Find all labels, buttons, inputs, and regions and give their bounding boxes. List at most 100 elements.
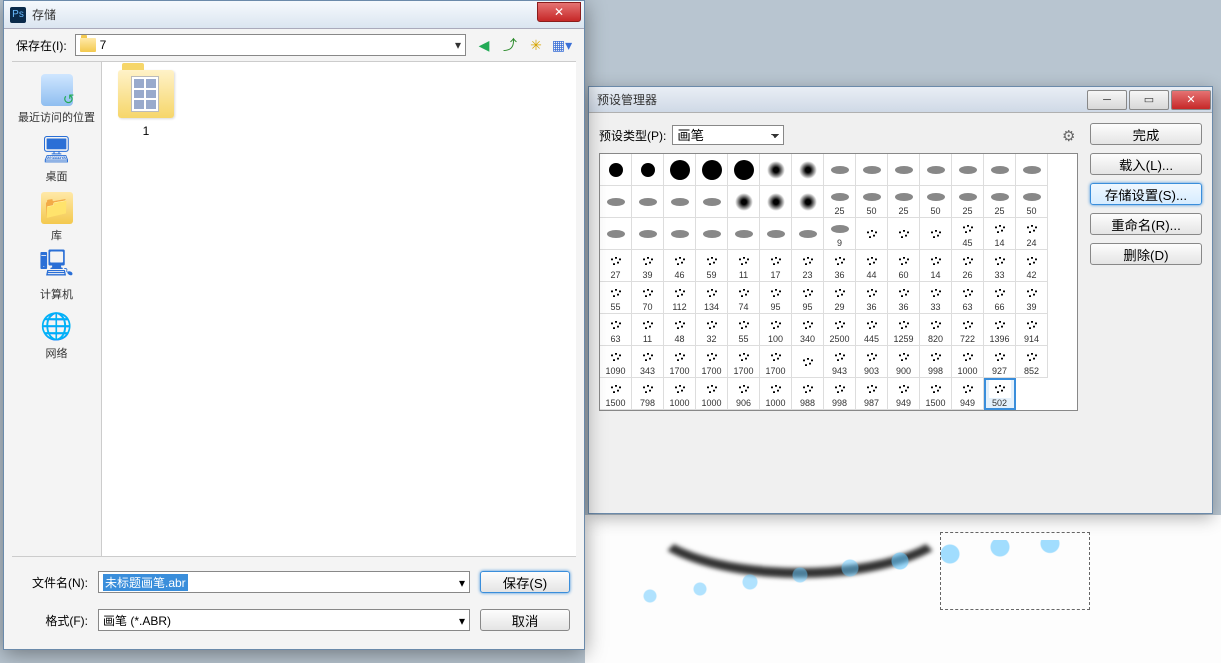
brush-cell[interactable] — [984, 154, 1016, 186]
brush-cell[interactable]: 14 — [920, 250, 952, 282]
brush-cell[interactable]: 943 — [824, 346, 856, 378]
brush-cell[interactable]: 50 — [920, 186, 952, 218]
brush-cell[interactable] — [1016, 154, 1048, 186]
file-list[interactable]: 1 — [102, 62, 576, 556]
rename-button[interactable]: 重命名(R)... — [1090, 213, 1202, 235]
brush-cell[interactable]: 95 — [760, 282, 792, 314]
brush-cell[interactable]: 44 — [856, 250, 888, 282]
brush-cell[interactable] — [760, 154, 792, 186]
brush-cell[interactable]: 24 — [1016, 218, 1048, 250]
brush-cell[interactable]: 1700 — [696, 346, 728, 378]
brush-cell[interactable] — [728, 218, 760, 250]
done-button[interactable]: 完成 — [1090, 123, 1202, 145]
brush-cell[interactable] — [728, 154, 760, 186]
preset-titlebar[interactable]: 预设管理器 — [589, 87, 1212, 113]
brush-cell[interactable] — [632, 186, 664, 218]
brush-cell[interactable] — [600, 186, 632, 218]
save-titlebar[interactable]: Ps 存储 — [4, 1, 584, 29]
brush-cell[interactable] — [856, 154, 888, 186]
brush-cell[interactable]: 134 — [696, 282, 728, 314]
cancel-button[interactable]: 取消 — [480, 609, 570, 631]
brush-cell[interactable] — [632, 154, 664, 186]
place-computer[interactable]: 计算机 — [40, 251, 73, 302]
brush-cell[interactable] — [920, 218, 952, 250]
brush-cell[interactable] — [696, 154, 728, 186]
brush-cell[interactable]: 1700 — [760, 346, 792, 378]
brush-cell[interactable] — [952, 154, 984, 186]
brush-cell[interactable]: 502 — [984, 378, 1016, 410]
minimize-button[interactable] — [1087, 90, 1127, 110]
location-select[interactable]: 7 ▾ — [75, 34, 466, 56]
brush-cell[interactable]: 33 — [984, 250, 1016, 282]
brush-cell[interactable]: 55 — [728, 314, 760, 346]
brush-cell[interactable] — [600, 154, 632, 186]
brush-cell[interactable]: 820 — [920, 314, 952, 346]
brush-cell[interactable] — [792, 346, 824, 378]
brush-cell[interactable]: 927 — [984, 346, 1016, 378]
brush-cell[interactable]: 1700 — [664, 346, 696, 378]
brush-cell[interactable]: 340 — [792, 314, 824, 346]
place-network[interactable]: 网络 — [41, 310, 73, 361]
maximize-button[interactable] — [1129, 90, 1169, 110]
brush-cell[interactable]: 27 — [600, 250, 632, 282]
brush-cell[interactable] — [792, 154, 824, 186]
brush-cell[interactable]: 949 — [952, 378, 984, 410]
brush-cell[interactable]: 2500 — [824, 314, 856, 346]
brush-cell[interactable] — [696, 218, 728, 250]
brush-cell[interactable]: 100 — [760, 314, 792, 346]
brush-cell[interactable] — [920, 154, 952, 186]
brush-cell[interactable]: 39 — [1016, 282, 1048, 314]
folder-item[interactable]: 1 — [110, 70, 182, 138]
brush-grid[interactable]: 2550255025255094514242739465911172336446… — [599, 153, 1078, 411]
brush-cell[interactable]: 74 — [728, 282, 760, 314]
brush-cell[interactable] — [792, 186, 824, 218]
brush-cell[interactable]: 46 — [664, 250, 696, 282]
delete-button[interactable]: 删除(D) — [1090, 243, 1202, 265]
brush-cell[interactable]: 914 — [1016, 314, 1048, 346]
up-icon[interactable]: ⤴ — [500, 35, 520, 55]
brush-cell[interactable]: 25 — [952, 186, 984, 218]
brush-cell[interactable]: 50 — [1016, 186, 1048, 218]
brush-cell[interactable]: 95 — [792, 282, 824, 314]
brush-cell[interactable]: 42 — [1016, 250, 1048, 282]
brush-cell[interactable]: 60 — [888, 250, 920, 282]
brush-cell[interactable]: 11 — [728, 250, 760, 282]
new-folder-icon[interactable]: ✳ — [526, 35, 546, 55]
brush-cell[interactable]: 1090 — [600, 346, 632, 378]
brush-cell[interactable]: 36 — [888, 282, 920, 314]
gear-icon[interactable] — [1062, 127, 1078, 143]
brush-cell[interactable]: 63 — [952, 282, 984, 314]
brush-cell[interactable]: 14 — [984, 218, 1016, 250]
format-select[interactable]: 画笔 (*.ABR) ▾ — [98, 609, 470, 631]
brush-cell[interactable]: 55 — [600, 282, 632, 314]
place-library[interactable]: 库 — [41, 192, 73, 243]
brush-cell[interactable] — [632, 218, 664, 250]
brush-cell[interactable]: 39 — [632, 250, 664, 282]
brush-cell[interactable]: 949 — [888, 378, 920, 410]
brush-cell[interactable] — [888, 218, 920, 250]
brush-cell[interactable]: 112 — [664, 282, 696, 314]
brush-cell[interactable]: 987 — [856, 378, 888, 410]
brush-cell[interactable]: 36 — [824, 250, 856, 282]
brush-cell[interactable]: 998 — [824, 378, 856, 410]
preset-type-select[interactable]: 画笔 — [672, 125, 784, 145]
brush-cell[interactable] — [728, 186, 760, 218]
brush-cell[interactable]: 11 — [632, 314, 664, 346]
brush-cell[interactable]: 36 — [856, 282, 888, 314]
brush-cell[interactable]: 23 — [792, 250, 824, 282]
brush-cell[interactable]: 45 — [952, 218, 984, 250]
brush-cell[interactable]: 9 — [824, 218, 856, 250]
brush-cell[interactable]: 63 — [600, 314, 632, 346]
brush-cell[interactable]: 1396 — [984, 314, 1016, 346]
brush-cell[interactable]: 1000 — [696, 378, 728, 410]
brush-cell[interactable]: 722 — [952, 314, 984, 346]
brush-cell[interactable]: 1500 — [600, 378, 632, 410]
brush-cell[interactable]: 17 — [760, 250, 792, 282]
brush-cell[interactable] — [888, 154, 920, 186]
brush-cell[interactable]: 33 — [920, 282, 952, 314]
save-button[interactable]: 保存(S) — [480, 571, 570, 593]
brush-cell[interactable] — [696, 186, 728, 218]
brush-cell[interactable] — [600, 218, 632, 250]
brush-cell[interactable]: 1700 — [728, 346, 760, 378]
brush-cell[interactable] — [664, 186, 696, 218]
